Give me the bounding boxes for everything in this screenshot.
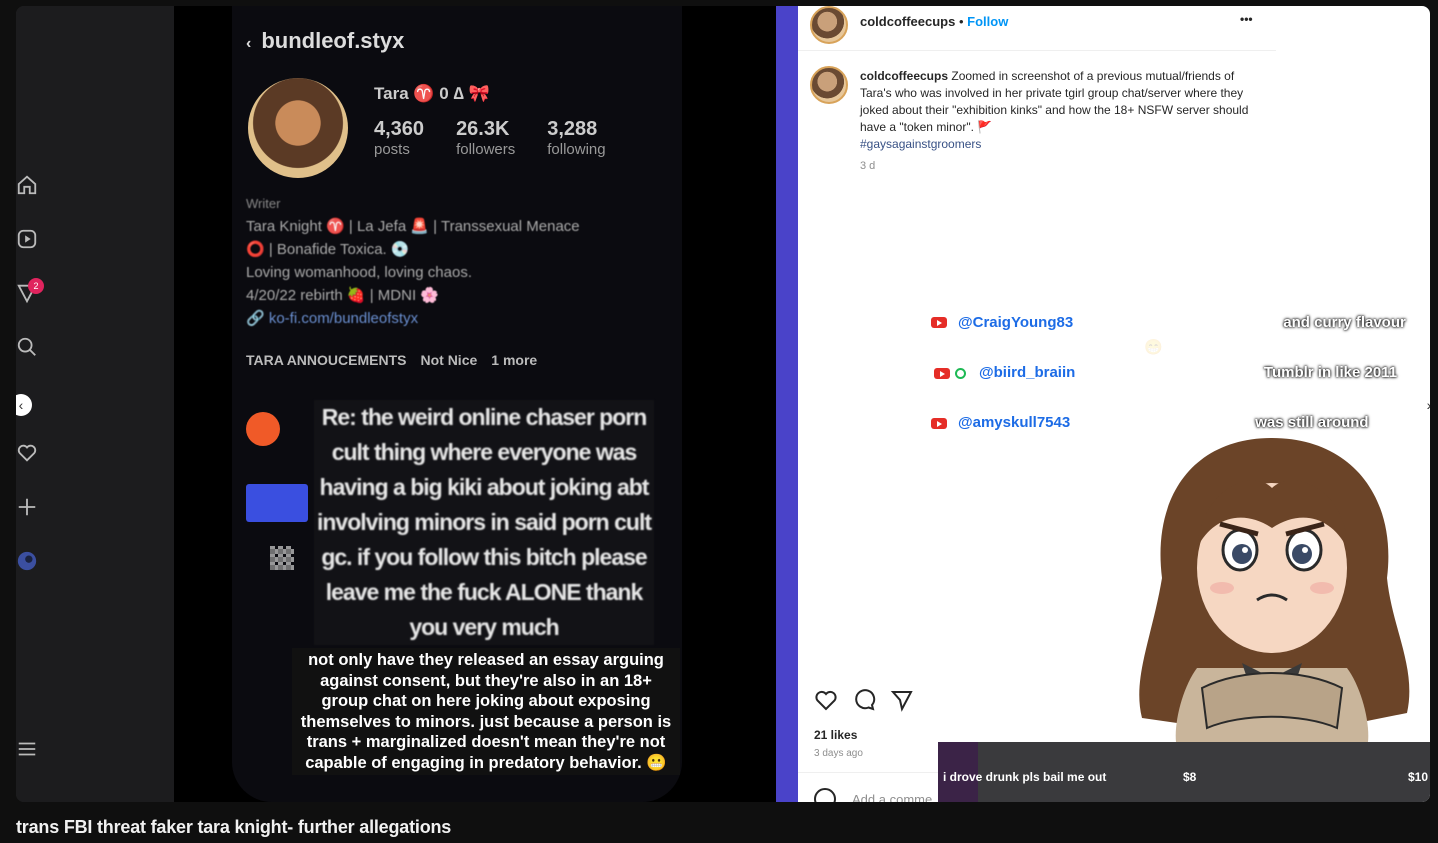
youtube-icon <box>931 317 947 328</box>
donation-amount: $8 <box>1183 770 1197 784</box>
quoted-post-text: Re: the weird online chaser porn cult th… <box>314 400 654 645</box>
hashtag-link[interactable]: #gaysagainstgroomers <box>860 136 1256 153</box>
profile-bio: Writer Tara Knight ♈ | La Jefa 🚨 | Trans… <box>246 196 580 327</box>
caption-avatar[interactable] <box>810 66 848 104</box>
donation-amount: $10 <box>1408 770 1429 784</box>
follow-button[interactable]: Follow <box>967 14 1008 29</box>
create-icon <box>16 496 38 518</box>
stat-posts: 4,360 posts <box>374 118 425 158</box>
more-options-button[interactable]: ••• <box>1240 12 1253 26</box>
back-arrow-icon: ‹ <box>246 35 252 52</box>
menu-icon <box>16 738 38 760</box>
donation-message: i drove drunk pls bail me out <box>943 770 1107 784</box>
badge-icon <box>955 368 966 379</box>
donation-bar: i drove drunk pls bail me out $8 $10 <box>938 742 1430 802</box>
search-icon <box>16 336 38 358</box>
instagram-sidebar: 2 <box>16 6 174 802</box>
home-icon <box>16 174 38 196</box>
post-header: coldcoffeecups • Follow <box>860 14 1009 29</box>
profile-picture <box>248 78 348 178</box>
post-time-short: 3 d <box>860 160 876 172</box>
youtube-icon <box>934 368 950 379</box>
video-frame[interactable]: 2 ‹ bundleof.styx Tara ♈ 0 ∆ 🎀 4,360 pos… <box>16 6 1430 802</box>
like-button[interactable] <box>814 688 838 712</box>
stat-following: 3,288 following <box>547 118 606 158</box>
emoji-icon[interactable] <box>814 788 836 802</box>
blue-block <box>246 484 308 522</box>
grid-icon <box>270 546 294 570</box>
youtube-icon <box>931 418 947 429</box>
caption-username[interactable]: coldcoffeecups <box>860 69 948 83</box>
comment-button[interactable] <box>852 688 876 712</box>
profile-username: ‹ bundleof.styx <box>246 28 405 53</box>
likes-count[interactable]: 21 likes <box>814 728 857 742</box>
vtuber-avatar <box>1139 438 1410 748</box>
account-name[interactable]: coldcoffeecups <box>860 14 955 29</box>
divider <box>798 50 1276 51</box>
profile-display-name: Tara ♈ 0 ∆ 🎀 <box>374 84 490 103</box>
heart-icon <box>16 442 38 464</box>
comment-input[interactable]: Add a comme... <box>852 792 943 802</box>
profile-highlights: TARA ANNOUCEMENTS Not Nice 1 more <box>246 352 538 368</box>
profile-icon <box>16 550 38 572</box>
video-caption: not only have they released an essay arg… <box>292 648 680 775</box>
share-icon <box>890 691 913 712</box>
phone-screenshot: ‹ bundleof.styx Tara ♈ 0 ∆ 🎀 4,360 posts 2… <box>174 6 776 802</box>
chat-username[interactable]: @biird_braiin <box>979 364 1075 381</box>
background-strip <box>776 6 798 802</box>
chat-username[interactable]: @CraigYoung83 <box>958 314 1073 331</box>
comment-icon <box>855 689 876 711</box>
share-button[interactable] <box>890 688 914 712</box>
chat-username[interactable]: @amyskull7543 <box>958 414 1070 431</box>
video-title[interactable]: trans FBI threat faker tara knight- furt… <box>16 817 451 838</box>
notification-badge: 2 <box>28 278 44 294</box>
post-time-long: 3 days ago <box>814 748 863 759</box>
stat-followers: 26.3K followers <box>456 118 516 158</box>
post-caption: coldcoffeecups Zoomed in screenshot of a… <box>860 68 1256 153</box>
orange-icon <box>246 412 280 446</box>
profile-stats: 4,360 posts 26.3K followers 3,288 following <box>374 118 664 158</box>
reels-icon <box>16 228 38 250</box>
phone-screen: ‹ bundleof.styx Tara ♈ 0 ∆ 🎀 4,360 posts 2… <box>232 6 682 802</box>
video-player: 2 ‹ bundleof.styx Tara ♈ 0 ∆ 🎀 4,360 pos… <box>0 0 1438 843</box>
heart-icon <box>815 690 837 711</box>
account-avatar[interactable] <box>810 6 848 44</box>
